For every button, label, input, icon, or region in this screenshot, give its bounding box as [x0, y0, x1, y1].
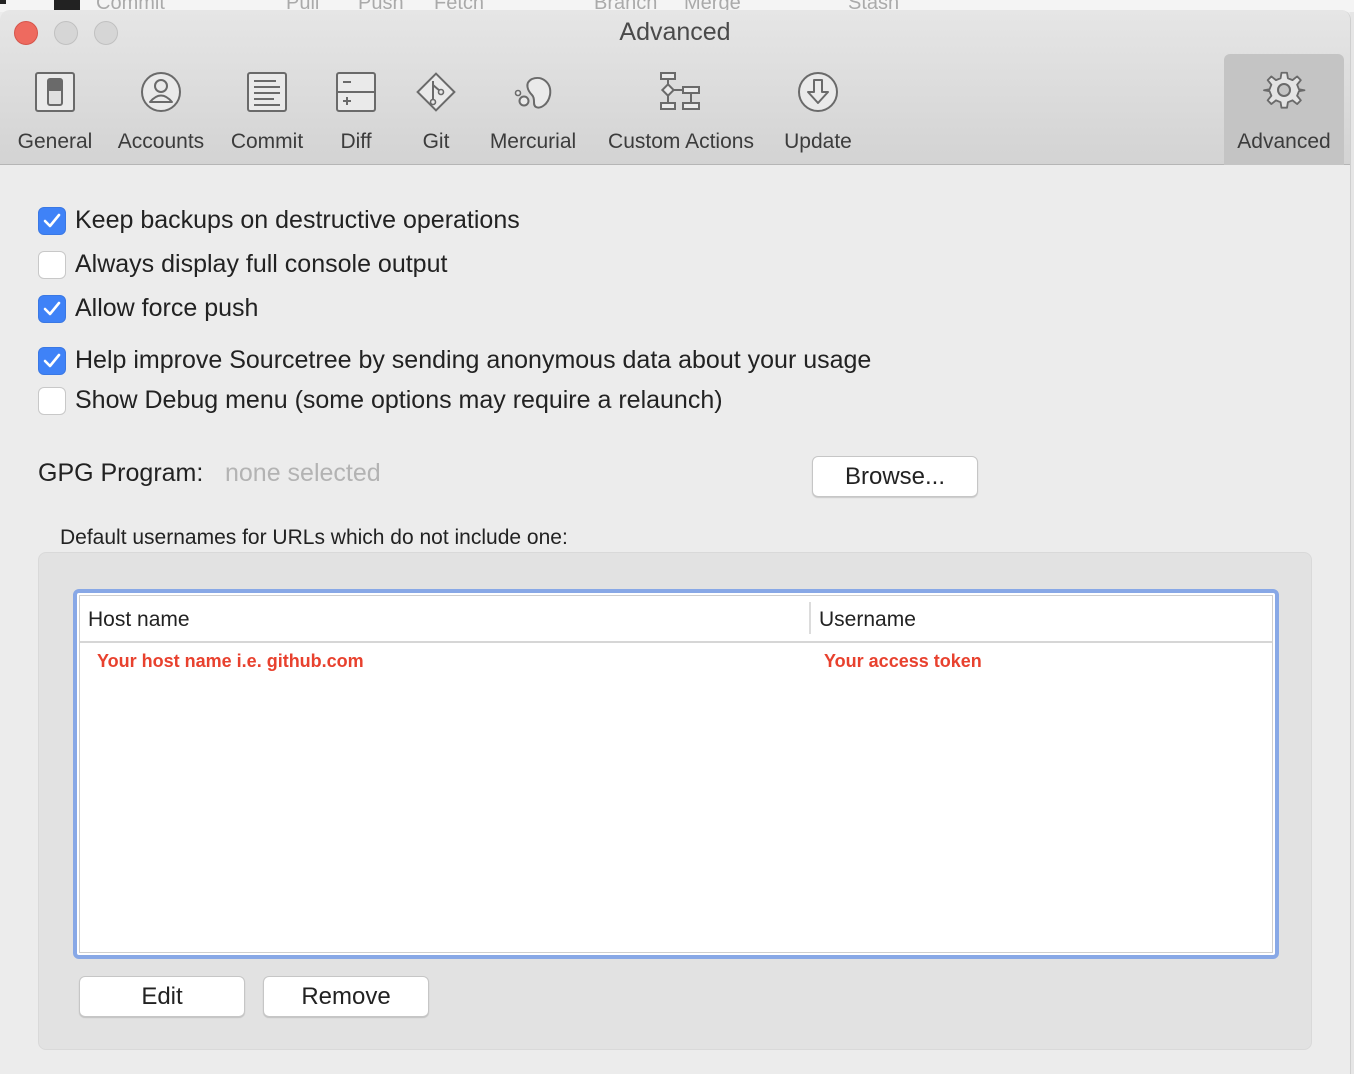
gpg-program-value: none selected	[225, 459, 381, 487]
preferences-window: Advanced General Accounts Commit Diff Gi…	[0, 10, 1351, 1074]
tab-commit[interactable]: Commit	[222, 54, 312, 165]
tab-update-label: Update	[784, 130, 852, 153]
diff-plus-minus-icon	[332, 68, 380, 116]
option-allow-force-push[interactable]: Allow force push	[38, 294, 258, 323]
column-header-username[interactable]: Username	[819, 608, 916, 632]
tab-accounts[interactable]: Accounts	[108, 54, 214, 165]
option-keep-backups[interactable]: Keep backups on destructive operations	[38, 206, 520, 235]
full-console-output-label: Always display full console output	[75, 250, 448, 278]
tab-general[interactable]: General	[8, 54, 102, 165]
background-app-fragment	[0, 0, 6, 4]
debug-menu-label: Show Debug menu (some options may requir…	[75, 386, 723, 414]
username-cell: Your access token	[824, 651, 982, 671]
table-header: Host name Username	[80, 596, 1272, 643]
host-name-cell: Your host name i.e. github.com	[97, 651, 364, 671]
default-usernames-group: Host name Username Your host name i.e. g…	[38, 552, 1312, 1050]
tab-git[interactable]: Git	[400, 54, 472, 165]
anonymous-data-checkbox[interactable]	[38, 346, 66, 375]
allow-force-push-label: Allow force push	[75, 294, 259, 322]
column-divider[interactable]	[809, 602, 811, 634]
tab-diff-label: Diff	[340, 130, 372, 153]
tab-custom-actions-label: Custom Actions	[608, 130, 754, 153]
general-toggle-icon	[31, 68, 79, 116]
git-diamond-icon	[412, 68, 460, 116]
window-title: Advanced	[619, 18, 731, 46]
option-debug-menu[interactable]: Show Debug menu (some options may requir…	[38, 386, 723, 415]
advanced-pane: Keep backups on destructive operations A…	[0, 166, 1350, 1074]
default-usernames-caption: Default usernames for URLs which do not …	[60, 526, 568, 549]
table-row[interactable]: Your host name i.e. github.com Your acce…	[80, 645, 1272, 677]
keep-backups-checkbox[interactable]	[38, 206, 66, 235]
tab-commit-label: Commit	[230, 130, 304, 153]
usernames-table-body: Host name Username Your host name i.e. g…	[79, 595, 1273, 953]
tab-diff[interactable]: Diff	[320, 54, 392, 165]
flowchart-icon	[657, 68, 705, 116]
tab-update[interactable]: Update	[774, 54, 862, 165]
usernames-table[interactable]: Host name Username Your host name i.e. g…	[73, 589, 1279, 959]
debug-menu-checkbox[interactable]	[38, 386, 66, 415]
titlebar: Advanced General Accounts Commit Diff Gi…	[0, 10, 1350, 165]
checkmark-icon	[43, 353, 61, 367]
checkmark-icon	[43, 301, 61, 315]
tab-custom-actions[interactable]: Custom Actions	[594, 54, 768, 165]
browse-button[interactable]: Browse...	[812, 456, 978, 497]
preferences-toolbar: General Accounts Commit Diff Git Mercuri…	[0, 54, 1350, 165]
option-full-console-output[interactable]: Always display full console output	[38, 250, 447, 279]
tab-git-label: Git	[422, 130, 450, 153]
option-anonymous-data[interactable]: Help improve Sourcetree by sending anony…	[38, 346, 871, 375]
download-arrow-icon	[794, 68, 842, 116]
remove-button[interactable]: Remove	[263, 976, 429, 1017]
gpg-program-label: GPG Program:	[38, 459, 204, 487]
tab-general-label: General	[17, 130, 93, 153]
anonymous-data-label: Help improve Sourcetree by sending anony…	[75, 346, 872, 374]
column-header-host-name[interactable]: Host name	[88, 608, 190, 632]
full-console-output-checkbox[interactable]	[38, 250, 66, 279]
tab-mercurial-label: Mercurial	[489, 130, 577, 153]
tab-advanced-label: Advanced	[1237, 130, 1331, 153]
checkmark-icon	[43, 213, 61, 227]
commit-document-icon	[243, 68, 291, 116]
tab-advanced[interactable]: Advanced	[1224, 54, 1344, 165]
account-person-icon	[137, 68, 185, 116]
allow-force-push-checkbox[interactable]	[38, 294, 66, 323]
edit-button[interactable]: Edit	[79, 976, 245, 1017]
tab-accounts-label: Accounts	[117, 130, 205, 153]
mercurial-drop-icon	[509, 68, 557, 116]
tab-mercurial[interactable]: Mercurial	[480, 54, 586, 165]
gear-icon	[1260, 68, 1308, 116]
keep-backups-label: Keep backups on destructive operations	[75, 206, 520, 234]
